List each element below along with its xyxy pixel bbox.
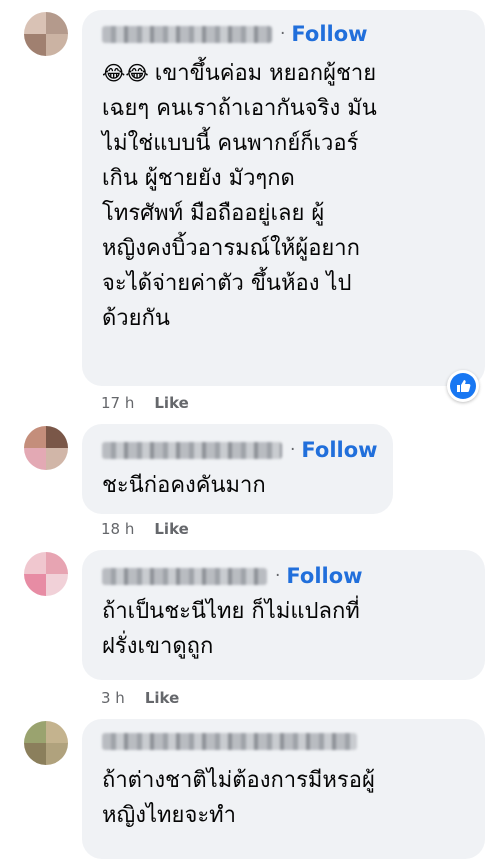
timestamp[interactable]: 18 h bbox=[101, 520, 134, 538]
avatar[interactable] bbox=[24, 552, 68, 596]
avatar[interactable] bbox=[24, 12, 68, 56]
follow-button[interactable]: Follow bbox=[291, 22, 367, 46]
follow-button[interactable]: Follow bbox=[286, 564, 362, 588]
comment-bubble: · Follow ถ้าเป็นชะนีไทย ก็ไม่แปลกที่ ฝรั… bbox=[82, 550, 485, 680]
redacted-author-name[interactable] bbox=[102, 25, 272, 43]
comment-text: ถ้าเป็นชะนีไทย ก็ไม่แปลกที่ ฝรั่งเขาดูถู… bbox=[102, 599, 360, 659]
redacted-author-name[interactable] bbox=[102, 567, 267, 585]
comment-bubble: · Follow 😂😂 เขาขึ้นค่อม หยอกผู้ชาย เฉยๆ ค… bbox=[82, 10, 485, 386]
comment-meta: 18 h Like bbox=[101, 520, 189, 538]
comment-text: ถ้าต่างชาติไม่ต้องการมีหรอผู้ หญิงไทยจะท… bbox=[102, 768, 375, 828]
like-button[interactable]: Like bbox=[154, 520, 188, 538]
laughing-emoji-icon: 😂😂 bbox=[102, 61, 149, 85]
separator-dot: · bbox=[275, 566, 281, 586]
comment-text: 😂😂 เขาขึ้นค่อม หยอกผู้ชาย เฉยๆ คนเราถ้าเอ… bbox=[102, 61, 377, 331]
comment-meta: 3 h Like bbox=[101, 689, 179, 707]
timestamp[interactable]: 3 h bbox=[101, 689, 125, 707]
timestamp[interactable]: 17 h bbox=[101, 394, 134, 412]
separator-dot: · bbox=[290, 440, 296, 460]
comment-bubble: ถ้าต่างชาติไม่ต้องการมีหรอผู้ หญิงไทยจะท… bbox=[82, 719, 485, 859]
separator-dot: · bbox=[280, 24, 286, 44]
comment-text: ชะนีก่อคงคันมาก bbox=[102, 473, 266, 498]
avatar[interactable] bbox=[24, 426, 68, 470]
like-button[interactable]: Like bbox=[154, 394, 188, 412]
follow-button[interactable]: Follow bbox=[301, 438, 377, 462]
comment-meta: 17 h Like bbox=[101, 394, 189, 412]
avatar[interactable] bbox=[24, 721, 68, 765]
like-reaction-icon[interactable] bbox=[447, 370, 479, 402]
comment-bubble: · Follow ชะนีก่อคงคันมาก bbox=[82, 424, 393, 514]
like-button[interactable]: Like bbox=[145, 689, 179, 707]
redacted-author-name[interactable] bbox=[102, 441, 282, 459]
redacted-author-name[interactable] bbox=[102, 733, 357, 750]
